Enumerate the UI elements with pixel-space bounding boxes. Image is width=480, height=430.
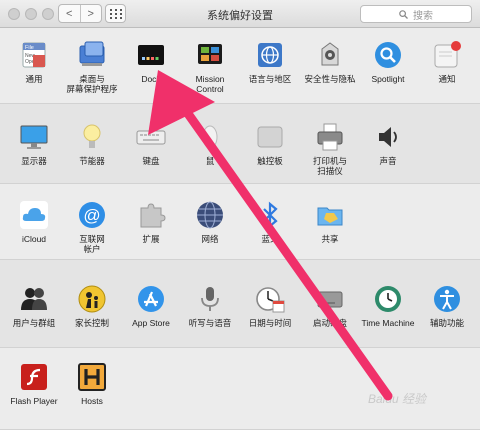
system-preferences-window: < > 系统偏好设置 搜索 File New Ope 通用 桌面与 屏幕保护程序 D… (0, 0, 480, 430)
annotation-arrow (148, 70, 393, 401)
